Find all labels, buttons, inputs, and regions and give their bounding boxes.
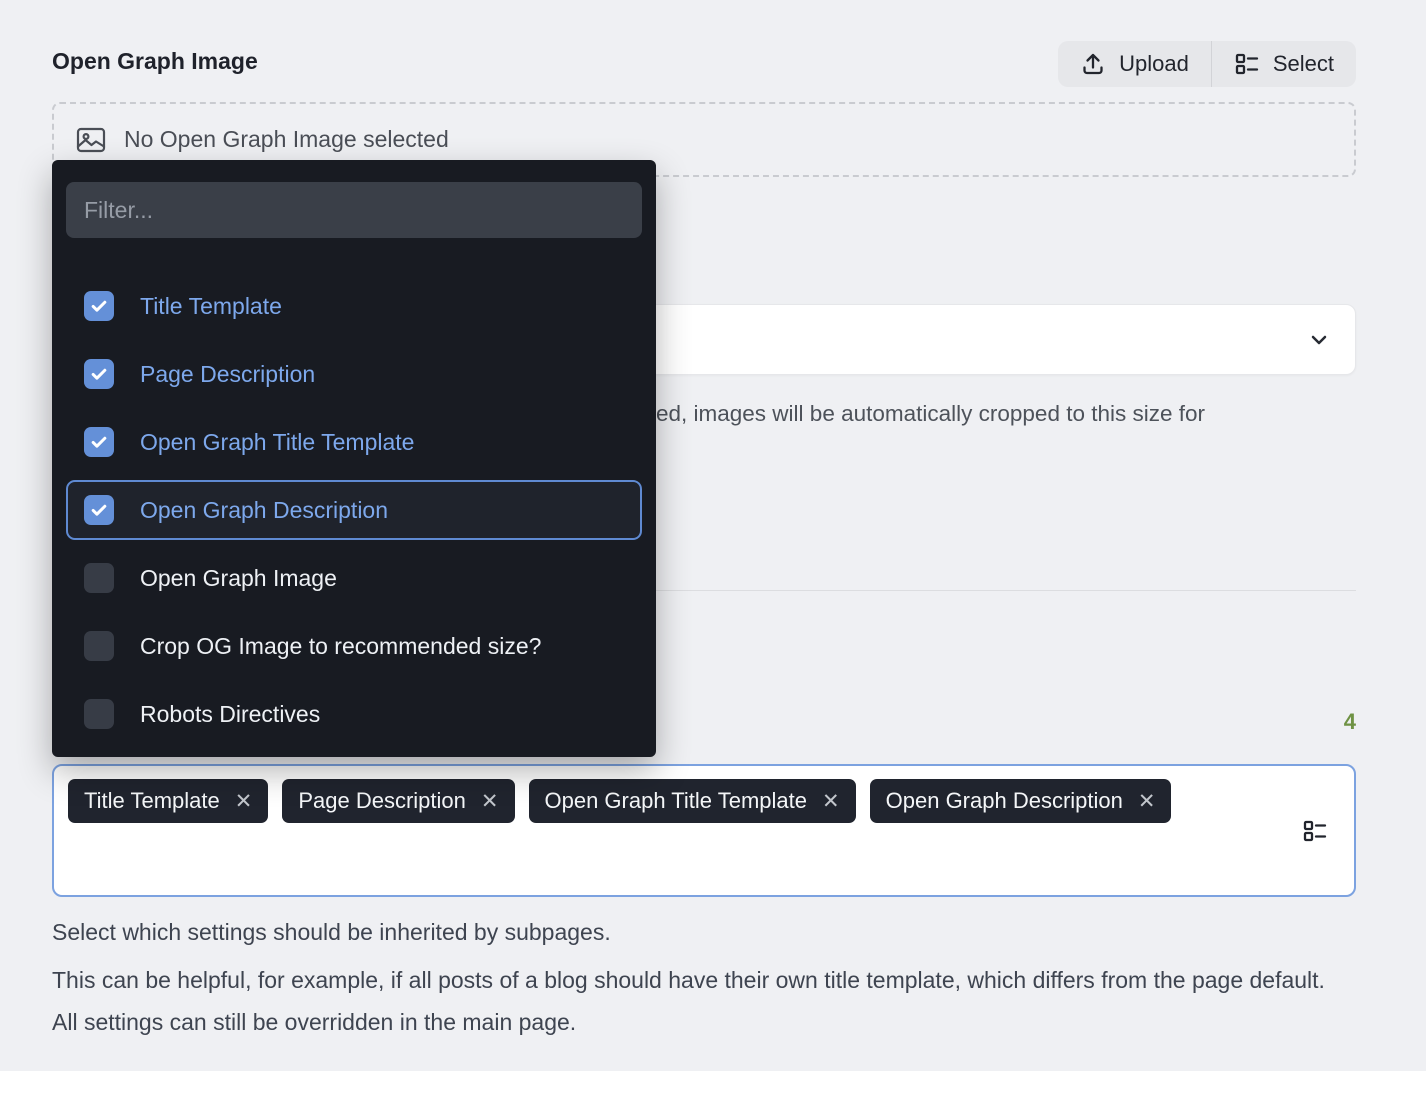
checkbox-icon[interactable] bbox=[84, 291, 114, 321]
dropdown-item[interactable]: Crop OG Image to recommended size? bbox=[66, 616, 642, 676]
field-instructions-line2: This can be helpful, for example, if all… bbox=[52, 959, 1352, 1043]
dropdown-item-list: Title Template Page Description Open Gra… bbox=[66, 276, 642, 744]
dropdown-item-label: Robots Directives bbox=[140, 701, 320, 728]
tag-label: Open Graph Description bbox=[886, 788, 1123, 814]
dropdown-item-label: Page Description bbox=[140, 361, 315, 388]
page: Open Graph Image Upload bbox=[0, 0, 1426, 1096]
chevron-down-icon bbox=[1305, 326, 1333, 354]
checkbox-icon[interactable] bbox=[84, 495, 114, 525]
select-button-label: Select bbox=[1273, 51, 1334, 77]
bottom-strip bbox=[0, 1071, 1426, 1096]
selection-count-badge: 4 bbox=[1344, 709, 1356, 735]
inherit-settings-dropdown-panel: Title Template Page Description Open Gra… bbox=[52, 160, 656, 757]
select-list-icon bbox=[1234, 51, 1260, 77]
tag-label: Open Graph Title Template bbox=[545, 788, 808, 814]
selected-tag: Open Graph Title Template ✕ bbox=[529, 779, 856, 823]
dropdown-item-label: Open Graph Description bbox=[140, 497, 388, 524]
upload-button[interactable]: Upload bbox=[1058, 41, 1211, 87]
tag-remove-icon[interactable]: ✕ bbox=[235, 791, 253, 812]
dropdown-item[interactable]: Open Graph Image bbox=[66, 548, 642, 608]
dropdown-item[interactable]: Robots Directives bbox=[66, 684, 642, 744]
select-list-icon bbox=[1302, 818, 1328, 844]
tag-label: Page Description bbox=[298, 788, 466, 814]
checkbox-icon[interactable] bbox=[84, 427, 114, 457]
selected-tag: Page Description ✕ bbox=[282, 779, 514, 823]
upload-button-label: Upload bbox=[1119, 51, 1189, 77]
selected-tag: Open Graph Description ✕ bbox=[870, 779, 1172, 823]
field-instructions-line1: Select which settings should be inherite… bbox=[52, 919, 611, 946]
dropdown-item-label: Open Graph Image bbox=[140, 565, 337, 592]
crop-help-text: ed, images will be automatically cropped… bbox=[656, 401, 1205, 427]
dropdown-item[interactable]: Page Description bbox=[66, 344, 642, 404]
dropdown-item[interactable]: Title Template bbox=[66, 276, 642, 336]
dropdown-item[interactable]: Open Graph Title Template bbox=[66, 412, 642, 472]
filter-input[interactable] bbox=[66, 182, 642, 238]
checkbox-icon[interactable] bbox=[84, 359, 114, 389]
inherit-settings-field[interactable]: Title Template ✕ Page Description ✕ Open… bbox=[52, 764, 1356, 897]
select-button[interactable]: Select bbox=[1212, 41, 1356, 87]
page-title: Open Graph Image bbox=[52, 48, 258, 75]
dropdown-item[interactable]: Open Graph Description bbox=[66, 480, 642, 540]
asset-toolbar: Upload Select bbox=[1058, 41, 1356, 87]
dropdown-item-label: Open Graph Title Template bbox=[140, 429, 414, 456]
tag-remove-icon[interactable]: ✕ bbox=[481, 791, 499, 812]
tag-remove-icon[interactable]: ✕ bbox=[822, 791, 840, 812]
dropdown-item-label: Title Template bbox=[140, 293, 282, 320]
image-icon bbox=[76, 127, 106, 153]
checkbox-icon[interactable] bbox=[84, 631, 114, 661]
tag-list: Title Template ✕ Page Description ✕ Open… bbox=[68, 779, 1260, 823]
tag-label: Title Template bbox=[84, 788, 220, 814]
checkbox-icon[interactable] bbox=[84, 699, 114, 729]
dropzone-text: No Open Graph Image selected bbox=[124, 126, 449, 153]
selected-tag: Title Template ✕ bbox=[68, 779, 268, 823]
upload-icon bbox=[1080, 51, 1106, 77]
checkbox-icon[interactable] bbox=[84, 563, 114, 593]
dropdown-item-label: Crop OG Image to recommended size? bbox=[140, 633, 541, 660]
tag-remove-icon[interactable]: ✕ bbox=[1138, 791, 1156, 812]
